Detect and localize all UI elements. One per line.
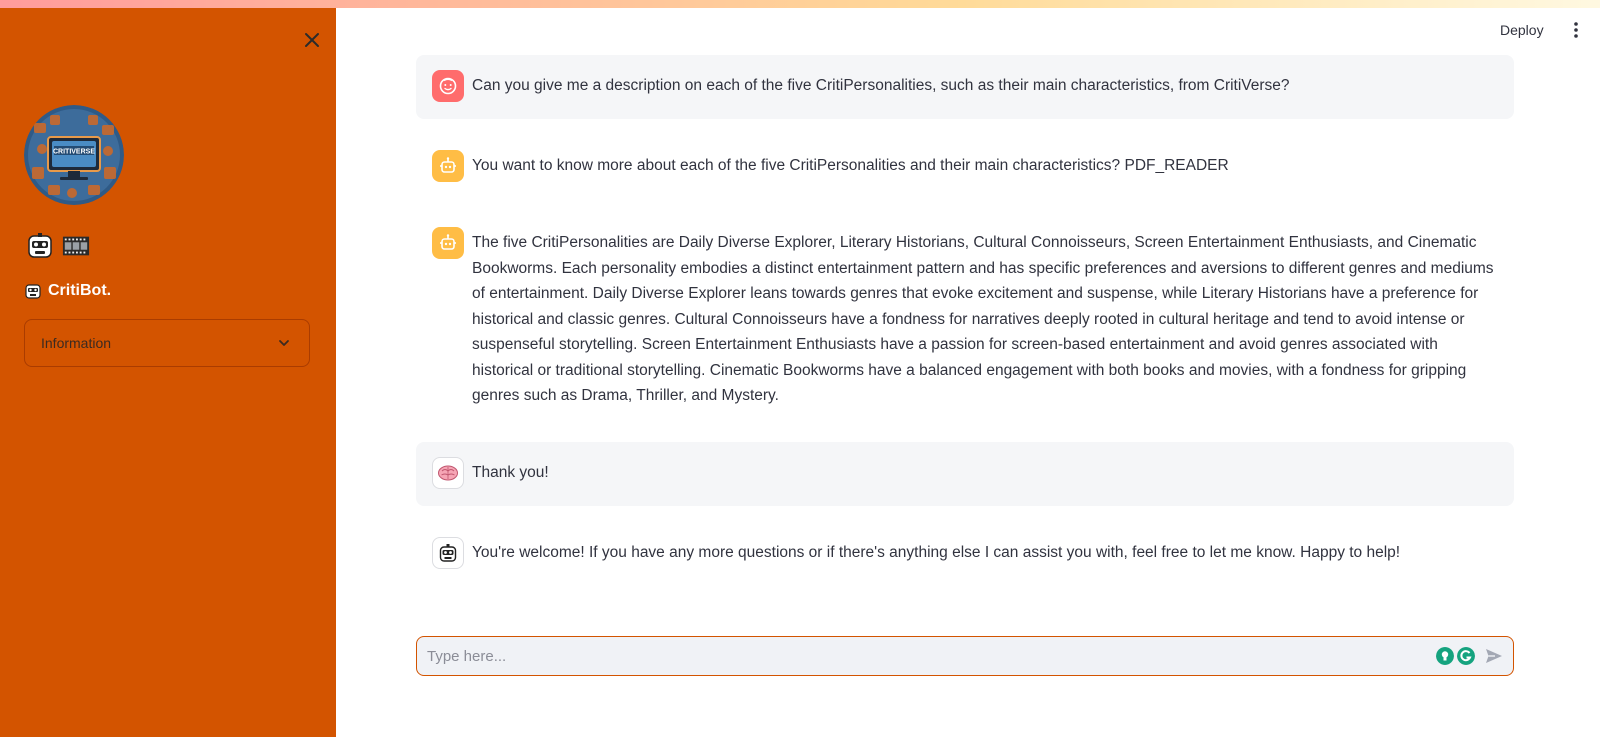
message-text: Thank you! xyxy=(472,464,549,481)
brain-icon xyxy=(432,457,464,489)
sidebar-icon-row xyxy=(26,232,90,260)
message-text: You want to know more about each of the … xyxy=(472,157,1229,174)
bulb-extension-icon[interactable] xyxy=(1436,647,1454,665)
chat-message-assistant: You're welcome! If you have any more que… xyxy=(416,522,1514,586)
chat-input-container xyxy=(416,636,1514,676)
bot-icon xyxy=(432,150,464,182)
expander-label: Information xyxy=(41,335,112,351)
close-icon xyxy=(305,33,319,47)
bot-icon xyxy=(432,227,464,259)
kebab-menu-icon xyxy=(1574,22,1578,38)
top-decoration-stripe xyxy=(0,0,1600,8)
film-frames-icon xyxy=(62,232,90,260)
chat-message-user: Thank you! xyxy=(416,442,1514,506)
sidebar-title: CritiBot. xyxy=(24,282,111,300)
sidebar: CRITIVERSE CritiBot. Information xyxy=(0,8,336,737)
chevron-down-icon xyxy=(279,340,289,346)
robot-face-icon xyxy=(26,232,54,260)
deploy-button[interactable]: Deploy xyxy=(1500,22,1544,38)
user-face-icon xyxy=(432,70,464,102)
send-icon[interactable] xyxy=(1483,645,1505,667)
message-text: You're welcome! If you have any more que… xyxy=(472,544,1401,561)
extension-icons xyxy=(1436,647,1475,665)
main-menu-button[interactable] xyxy=(1571,20,1581,40)
message-text: The five CritiPersonalities are Daily Di… xyxy=(472,234,1494,404)
chat-message-assistant: The five CritiPersonalities are Daily Di… xyxy=(416,212,1514,412)
grammarly-icon[interactable] xyxy=(1457,647,1475,665)
critiverse-logo: CRITIVERSE xyxy=(24,105,124,205)
message-text: Can you give me a description on each of… xyxy=(472,77,1290,94)
sidebar-title-text: CritiBot. xyxy=(48,282,112,299)
chat-message-user: Can you give me a description on each of… xyxy=(416,55,1514,119)
robot-face-icon xyxy=(432,537,464,569)
robot-face-icon xyxy=(25,284,41,299)
information-expander[interactable]: Information xyxy=(24,319,310,367)
sidebar-close-button[interactable] xyxy=(300,28,324,52)
svg-text:CRITIVERSE: CRITIVERSE xyxy=(53,149,95,156)
chat-message-assistant: You want to know more about each of the … xyxy=(416,135,1514,199)
chat-input[interactable] xyxy=(417,637,1436,675)
